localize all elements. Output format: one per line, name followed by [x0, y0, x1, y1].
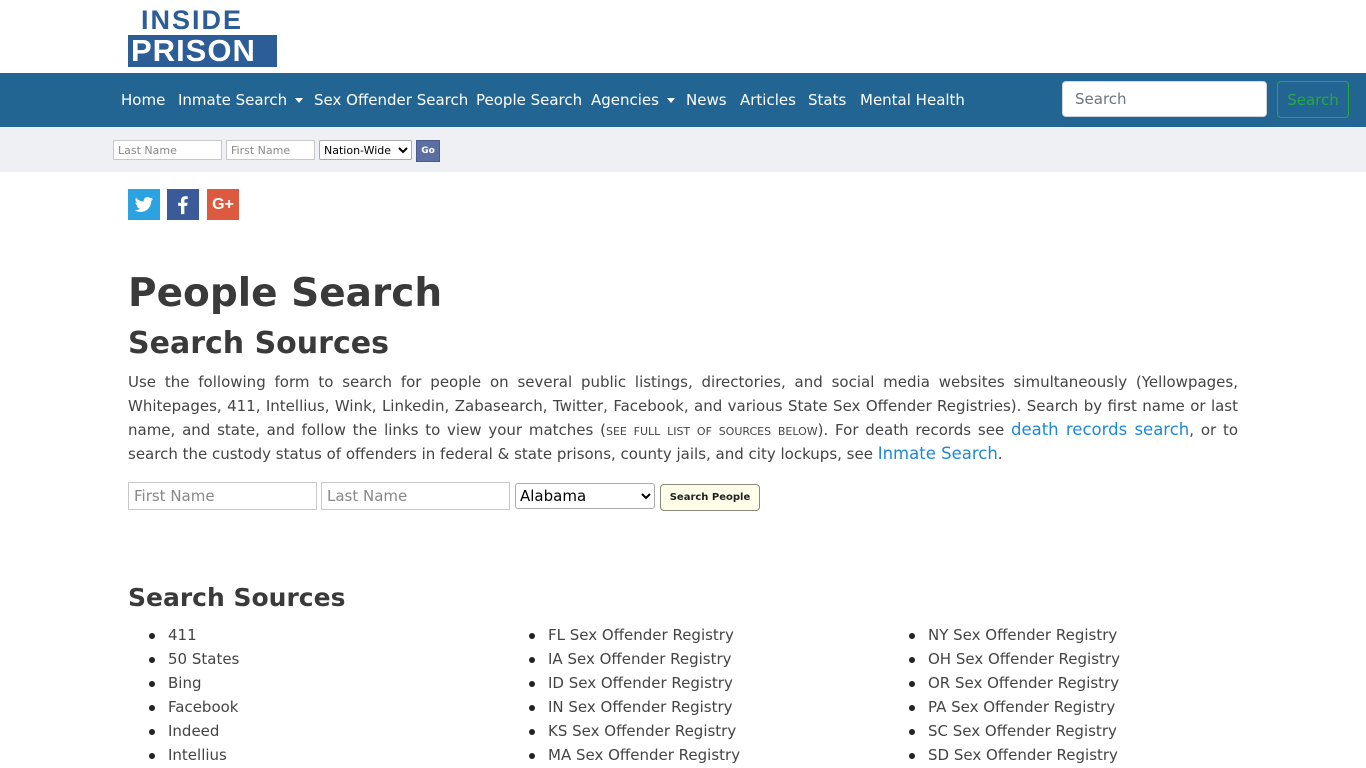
- nav-search-input[interactable]: [1062, 81, 1267, 117]
- source-list-item: Indeed: [148, 719, 239, 743]
- nav-search-button[interactable]: Search: [1277, 81, 1349, 118]
- nav-agencies-label: Agencies: [591, 91, 659, 109]
- nav-articles-label: Articles: [740, 91, 796, 109]
- twitter-icon: [134, 196, 154, 212]
- facebook-icon: [178, 195, 188, 214]
- nav-mental-health[interactable]: Mental Health: [860, 73, 965, 127]
- source-list-item: OR Sex Offender Registry: [908, 671, 1120, 695]
- nav-inmate-search-label: Inmate Search: [178, 91, 288, 109]
- twitter-share-button[interactable]: [128, 189, 160, 220]
- google-plus-icon: G+: [212, 195, 234, 213]
- source-list-item: Intellius: [148, 743, 239, 767]
- quick-search-bar: Nation-Wide Go: [0, 127, 1366, 172]
- site-logo[interactable]: INSIDE PRISON: [128, 5, 277, 68]
- intro-smallcaps: see full list of sources below: [605, 421, 818, 439]
- page-subtitle: Search Sources: [128, 326, 389, 361]
- source-list-item: KS Sex Offender Registry: [528, 719, 740, 743]
- source-list-item: MA Sex Offender Registry: [528, 743, 740, 767]
- source-list-item: 411: [148, 623, 239, 647]
- quick-scope-select[interactable]: Nation-Wide: [319, 140, 412, 160]
- first-name-input[interactable]: [128, 482, 317, 510]
- quick-last-name-input[interactable]: [113, 140, 222, 160]
- logo-text-inside: INSIDE: [141, 5, 244, 35]
- logo-text-prison: PRISON: [131, 33, 256, 68]
- quick-go-button[interactable]: Go: [416, 140, 440, 162]
- source-list-item: 50 States: [148, 647, 239, 671]
- source-list-item: SC Sex Offender Registry: [908, 719, 1120, 743]
- intro-paragraph: Use the following form to search for peo…: [128, 370, 1238, 466]
- last-name-input[interactable]: [321, 482, 510, 510]
- intro-text-4: .: [997, 445, 1003, 463]
- nav-mental-health-label: Mental Health: [860, 91, 965, 109]
- source-list-item: NY Sex Offender Registry: [908, 623, 1120, 647]
- source-list-item: Bing: [148, 671, 239, 695]
- nav-stats[interactable]: Stats: [808, 73, 846, 127]
- nav-sex-offender-search[interactable]: Sex Offender Search: [314, 73, 468, 127]
- nav-people-search-label: People Search: [476, 91, 583, 109]
- intro-text-2: ). For death records see: [817, 421, 1011, 439]
- quick-first-name-input[interactable]: [226, 140, 315, 160]
- nav-home[interactable]: Home: [121, 73, 165, 127]
- source-list-item: PA Sex Offender Registry: [908, 695, 1120, 719]
- nav-inmate-search[interactable]: Inmate Search: [178, 73, 304, 127]
- nav-home-label: Home: [121, 91, 166, 109]
- google-plus-share-button[interactable]: G+: [207, 189, 239, 220]
- source-list-item: Facebook: [148, 695, 239, 719]
- nav-people-search[interactable]: People Search: [476, 73, 582, 127]
- chevron-down-icon: [666, 98, 675, 103]
- nav-articles[interactable]: Articles: [740, 73, 796, 127]
- nav-stats-label: Stats: [808, 91, 847, 109]
- source-list-item: OH Sex Offender Registry: [908, 647, 1120, 671]
- death-records-link[interactable]: death records search: [1011, 420, 1189, 439]
- sources-list-col3: NY Sex Offender Registry OH Sex Offender …: [908, 623, 1120, 767]
- sources-list-col2: FL Sex Offender Registry IA Sex Offender …: [528, 623, 740, 767]
- page-title: People Search: [128, 271, 443, 316]
- nav-sex-offender-search-label: Sex Offender Search: [314, 91, 469, 109]
- state-select[interactable]: Alabama: [515, 483, 655, 509]
- inmate-search-link[interactable]: Inmate Search: [878, 444, 998, 463]
- chevron-down-icon: [295, 98, 304, 103]
- search-people-button[interactable]: Search People: [660, 484, 760, 511]
- source-list-item: SD Sex Offender Registry: [908, 743, 1120, 767]
- source-list-item: ID Sex Offender Registry: [528, 671, 740, 695]
- sources-heading: Search Sources: [128, 583, 346, 612]
- facebook-share-button[interactable]: [167, 189, 199, 220]
- source-list-item: FL Sex Offender Registry: [528, 623, 740, 647]
- nav-news-label: News: [686, 91, 727, 109]
- source-list-item: IN Sex Offender Registry: [528, 695, 740, 719]
- source-list-item: IA Sex Offender Registry: [528, 647, 740, 671]
- sources-list-col1: 411 50 States Bing Facebook Indeed Intellius: [148, 623, 239, 767]
- main-navbar: Home Inmate Search Sex Offender Search P…: [0, 73, 1366, 127]
- nav-agencies[interactable]: Agencies: [591, 73, 675, 127]
- nav-news[interactable]: News: [686, 73, 727, 127]
